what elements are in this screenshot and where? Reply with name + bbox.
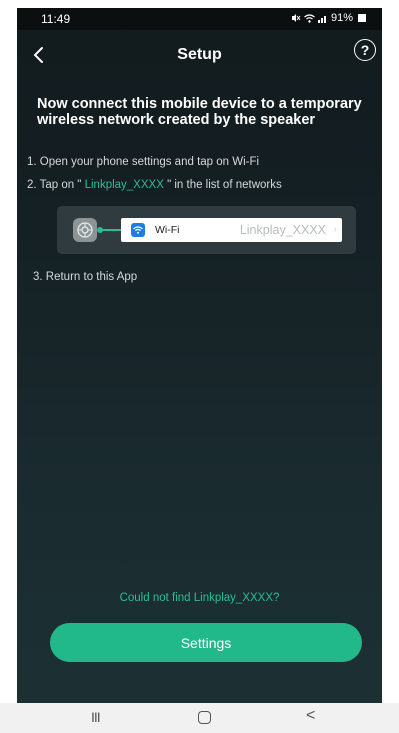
home-button[interactable] xyxy=(198,711,211,724)
question-circle-icon: ? xyxy=(360,42,370,58)
wifi-network-name: Linkplay_XXXX xyxy=(239,223,326,237)
step-2-text: 2. Tap on " Linkplay_XXXX " in the list … xyxy=(27,179,282,191)
gear-glyph xyxy=(77,222,93,238)
step-1-text: 1. Open your phone settings and tap on W… xyxy=(27,156,260,168)
could-not-find-link[interactable]: Could not find Linkplay_XXXX? xyxy=(17,592,382,604)
system-nav-bar: III < xyxy=(0,703,399,733)
instruction-heading: Now connect this mobile device to a temp… xyxy=(37,96,362,128)
step-3-text: 3. Return to this App xyxy=(33,271,138,283)
chevron-right-icon: › xyxy=(333,224,337,235)
status-icons: 91% xyxy=(291,12,366,24)
step-2-network: Linkplay_XXXX xyxy=(84,179,164,191)
app-screen: 11:49 91% Setup ? Now connect this mobil… xyxy=(17,8,382,703)
settings-button[interactable]: Settings xyxy=(50,623,362,662)
help-button[interactable]: ? xyxy=(354,39,376,61)
mute-icon xyxy=(291,14,301,22)
page-title: Setup xyxy=(177,46,222,63)
battery-percent: 91% xyxy=(330,12,353,24)
wifi-glyph xyxy=(133,226,143,234)
signal-icon xyxy=(317,15,326,23)
wifi-instruction-card: Wi-Fi Linkplay_XXXX › xyxy=(57,206,356,254)
step-2-suffix: " in the list of networks xyxy=(163,179,282,191)
wifi-settings-row: Wi-Fi Linkplay_XXXX › xyxy=(121,218,342,242)
status-bar: 11:49 91% xyxy=(17,8,382,30)
wifi-label: Wi-Fi xyxy=(155,224,180,236)
nav-bar: Setup ? xyxy=(17,30,382,82)
battery-icon xyxy=(358,14,366,22)
status-time: 11:49 xyxy=(41,12,71,26)
arrow-connector xyxy=(97,227,121,233)
wifi-status-icon xyxy=(304,13,315,23)
recent-apps-button[interactable]: III xyxy=(91,709,101,725)
gear-icon xyxy=(73,218,97,242)
step-2-prefix: 2. Tap on " xyxy=(27,179,85,191)
wifi-icon xyxy=(131,223,145,237)
system-back-button[interactable]: < xyxy=(306,707,315,725)
